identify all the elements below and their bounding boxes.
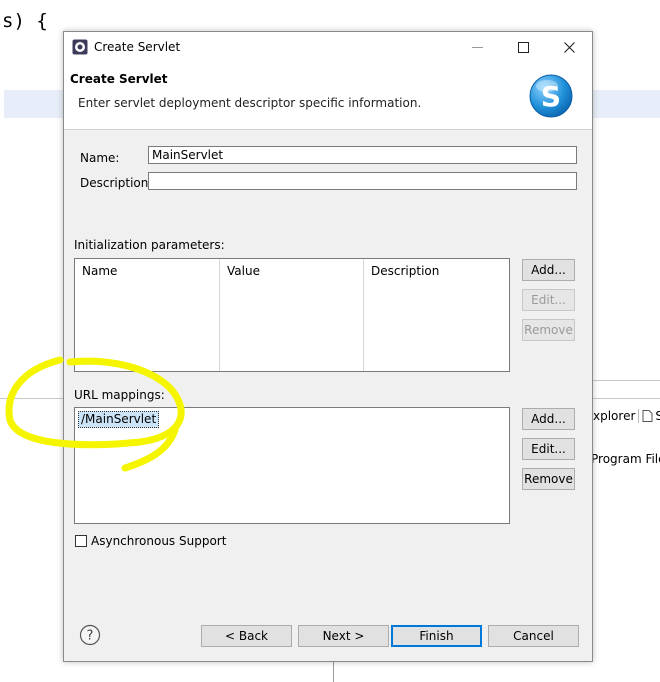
column-name-label: Name xyxy=(82,264,118,278)
next-button[interactable]: Next > xyxy=(298,625,389,647)
title-bar[interactable]: Create Servlet xyxy=(64,32,592,62)
async-support-checkbox[interactable] xyxy=(75,535,87,547)
column-description-label: Description xyxy=(371,264,440,278)
minimize-icon[interactable] xyxy=(454,32,500,62)
view-tabs: xplorer S xyxy=(590,405,660,427)
finish-button[interactable]: Finish xyxy=(391,625,482,647)
list-item[interactable]: /MainServlet xyxy=(78,411,160,428)
header-title: Create Servlet xyxy=(70,72,168,86)
url-remove-button[interactable]: Remove xyxy=(522,468,575,490)
tab-divider xyxy=(590,380,660,381)
url-mappings-label: URL mappings: xyxy=(74,388,165,402)
maximize-icon[interactable] xyxy=(500,32,546,62)
close-icon[interactable] xyxy=(546,32,592,62)
cancel-button[interactable]: Cancel xyxy=(488,625,579,647)
init-remove-button[interactable]: Remove xyxy=(522,319,575,341)
tab-s-label: S xyxy=(655,409,660,423)
async-support-label: Asynchronous Support xyxy=(91,534,227,548)
servlet-s-logo-icon: S xyxy=(529,74,573,118)
column-value[interactable]: Value xyxy=(220,259,364,371)
init-params-table[interactable]: Name Value Description xyxy=(74,258,510,372)
wizard-header: Create Servlet Enter servlet deployment … xyxy=(64,62,592,130)
file-icon xyxy=(642,410,653,422)
tab-s[interactable]: S xyxy=(639,409,660,423)
eclipse-gear-icon xyxy=(72,39,88,55)
url-mappings-list[interactable]: /MainServlet xyxy=(74,407,510,524)
column-name[interactable]: Name xyxy=(75,259,220,371)
url-edit-button[interactable]: Edit... xyxy=(522,438,575,460)
svg-text:?: ? xyxy=(87,629,94,644)
create-servlet-dialog: Create Servlet Create Servlet Enter serv… xyxy=(63,31,593,662)
header-description: Enter servlet deployment descriptor spec… xyxy=(78,96,422,110)
path-text: Program Files xyxy=(591,452,660,466)
description-label: Description: xyxy=(80,176,153,190)
tab-explorer[interactable]: xplorer xyxy=(590,409,640,423)
name-label: Name: xyxy=(80,151,120,165)
divider-line xyxy=(333,660,334,682)
init-add-button[interactable]: Add... xyxy=(522,259,575,281)
init-edit-button[interactable]: Edit... xyxy=(522,289,575,311)
description-field[interactable] xyxy=(148,172,577,190)
svg-text:S: S xyxy=(541,80,561,113)
window-title: Create Servlet xyxy=(94,40,181,54)
column-description[interactable]: Description xyxy=(364,259,509,371)
editor-code-fragment: s) { xyxy=(2,10,48,32)
column-value-label: Value xyxy=(227,264,260,278)
url-add-button[interactable]: Add... xyxy=(522,408,575,430)
init-params-label: Initialization parameters: xyxy=(74,238,225,252)
back-button[interactable]: < Back xyxy=(201,625,292,647)
name-field[interactable] xyxy=(148,146,577,164)
help-icon[interactable]: ? xyxy=(79,624,101,646)
